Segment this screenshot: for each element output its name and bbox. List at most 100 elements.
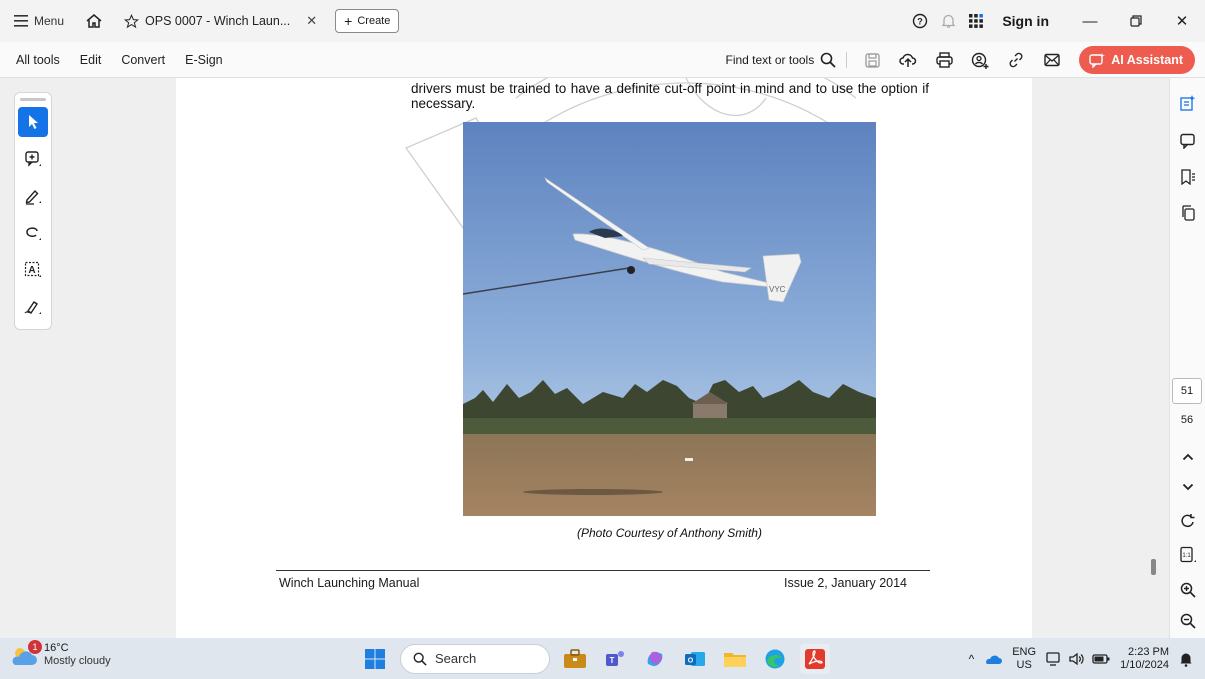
ai-label: AI Assistant — [1111, 53, 1183, 67]
add-comment-tool[interactable] — [18, 144, 48, 174]
notifications-button[interactable] — [934, 0, 962, 42]
home-button[interactable] — [76, 0, 112, 42]
taskbar-outlook[interactable]: O — [680, 644, 710, 674]
taskbar-file-explorer[interactable] — [720, 644, 750, 674]
star-icon[interactable] — [124, 13, 140, 29]
restore-icon — [1130, 15, 1142, 27]
mail-icon — [1044, 53, 1060, 67]
save-button[interactable] — [855, 42, 889, 78]
draw-tool[interactable] — [18, 218, 48, 248]
sign-tool[interactable] — [18, 292, 48, 322]
onedrive-cloud-icon[interactable] — [984, 653, 1003, 665]
glider-photo: VYC — [463, 122, 876, 516]
start-button[interactable] — [360, 644, 390, 674]
zoom-out-button[interactable] — [1170, 606, 1205, 636]
show-hidden-icons-chevron-icon[interactable]: ^ — [969, 652, 975, 666]
search-icon — [820, 52, 836, 68]
vertical-scrollbar-thumb[interactable] — [1151, 559, 1156, 575]
pdf-page[interactable]: drivers must be trained to have a defini… — [176, 78, 1032, 638]
lasso-icon — [26, 227, 41, 240]
ai-assistant-button[interactable]: AI Assistant — [1079, 46, 1195, 74]
menu-e-sign[interactable]: E-Sign — [175, 53, 233, 67]
volume-icon — [1069, 652, 1084, 665]
text-select-tool[interactable]: A — [18, 255, 48, 285]
maximize-button[interactable] — [1113, 0, 1159, 42]
find-tools-button[interactable]: Find text or tools — [726, 52, 848, 68]
taskbar-apps: Search T O — [360, 638, 830, 679]
clock-time: 2:23 PM — [1128, 645, 1169, 658]
zoom-in-button[interactable] — [1170, 575, 1205, 605]
link-button[interactable] — [999, 42, 1033, 78]
copilot-icon — [647, 651, 663, 666]
title-bar: Menu OPS 0007 - Winch Laun... ✕ + Create… — [0, 0, 1205, 42]
comments-panel-button[interactable] — [1170, 126, 1205, 156]
rail-drag-handle[interactable] — [20, 98, 46, 101]
highlight-tool[interactable] — [18, 181, 48, 211]
taskbar-teams[interactable]: T — [600, 644, 630, 674]
close-tab-icon[interactable]: ✕ — [306, 13, 317, 29]
close-window-button[interactable]: ✕ — [1159, 0, 1205, 42]
chevron-down-icon — [1182, 483, 1194, 491]
upload-button[interactable] — [891, 42, 925, 78]
folder-icon — [724, 652, 746, 667]
apps-button[interactable] — [962, 0, 990, 42]
rotate-button[interactable] — [1170, 506, 1205, 536]
email-button[interactable] — [1035, 42, 1069, 78]
quick-tools-rail: A — [14, 92, 52, 330]
footer-title: Winch Launching Manual — [279, 576, 420, 590]
edit-pdf-panel-button[interactable] — [1170, 88, 1205, 118]
input-language[interactable]: ENG US — [1012, 646, 1036, 672]
bookmark-icon — [1181, 169, 1195, 185]
menu-all-tools[interactable]: All tools — [0, 53, 70, 67]
create-label: Create — [357, 15, 391, 27]
comment-icon — [1180, 133, 1195, 149]
next-page-button[interactable] — [1170, 472, 1205, 502]
zoom-out-icon — [1180, 613, 1196, 629]
edge-icon — [765, 649, 785, 668]
comment-plus-icon — [25, 151, 41, 167]
main-toolbar: All tools Edit Convert E-Sign Find text … — [0, 42, 1205, 78]
share-button[interactable] — [963, 42, 997, 78]
ai-chat-icon — [1089, 52, 1106, 68]
cloud-upload-icon — [899, 53, 917, 67]
temperature: 16°C — [44, 642, 69, 654]
notification-bell-icon[interactable] — [1179, 651, 1193, 667]
add-user-icon — [972, 52, 989, 69]
menu-edit[interactable]: Edit — [70, 53, 112, 67]
print-button[interactable] — [927, 42, 961, 78]
svg-text:O: O — [688, 657, 694, 664]
taskbar-edge[interactable] — [760, 644, 790, 674]
pages-panel-button[interactable] — [1170, 198, 1205, 228]
document-tab[interactable]: OPS 0007 - Winch Laun... ✕ — [112, 5, 328, 37]
help-button[interactable]: ? — [906, 0, 934, 42]
current-page-input[interactable]: 51 — [1172, 378, 1202, 404]
document-workspace[interactable]: drivers must be trained to have a defini… — [0, 78, 1205, 638]
weather-widget[interactable]: 16°C Mostly cloudy — [8, 642, 111, 668]
sign-in-button[interactable]: Sign in — [1002, 13, 1049, 29]
svg-text:1:1: 1:1 — [1182, 553, 1191, 559]
menu-button[interactable]: Menu — [0, 0, 76, 42]
quick-settings[interactable] — [1046, 651, 1110, 666]
home-icon — [86, 14, 102, 28]
find-label: Find text or tools — [725, 53, 815, 67]
taskbar-copilot[interactable] — [640, 644, 670, 674]
select-tool[interactable] — [18, 107, 48, 137]
windows-taskbar: 16°C Mostly cloudy 1 Search T O ^ ENG US… — [0, 638, 1205, 679]
search-label: Search — [435, 651, 477, 666]
taskbar-acrobat[interactable] — [800, 643, 830, 674]
taskbar-work-app[interactable] — [560, 644, 590, 674]
taskbar-search[interactable]: Search — [400, 643, 550, 674]
bookmarks-panel-button[interactable] — [1170, 162, 1205, 192]
titlebar-right: ? Sign in — ✕ — [906, 0, 1205, 42]
fit-page-button[interactable]: 1:1 — [1170, 540, 1205, 570]
photo-caption: (Photo Courtesy of Anthony Smith) — [577, 526, 762, 540]
close-icon: ✕ — [1175, 13, 1189, 30]
previous-page-button[interactable] — [1170, 442, 1205, 472]
menu-convert[interactable]: Convert — [111, 53, 175, 67]
chevron-up-icon — [1182, 453, 1194, 461]
footer-issue: Issue 2, January 2014 — [784, 576, 907, 590]
create-button[interactable]: + Create — [335, 9, 400, 33]
minimize-button[interactable]: — — [1067, 0, 1113, 42]
clock[interactable]: 2:23 PM 1/10/2024 — [1120, 646, 1169, 672]
total-pages: 56 — [1180, 414, 1194, 426]
